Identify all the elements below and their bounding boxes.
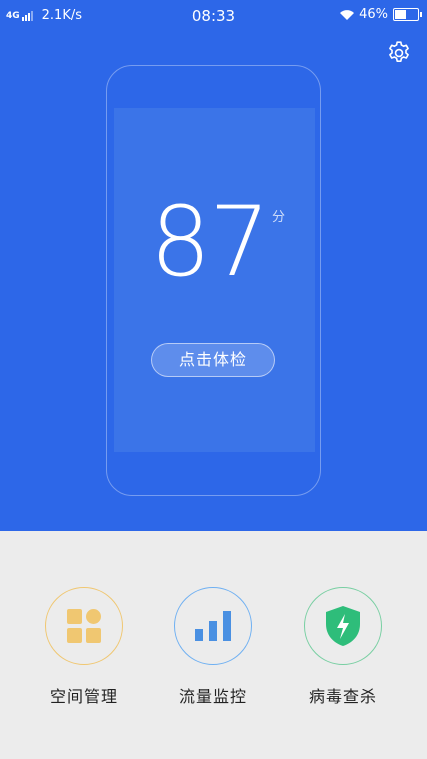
shield-bolt-icon: [326, 606, 360, 646]
feature-traffic-monitor[interactable]: 流量监控: [158, 587, 268, 707]
gear-icon[interactable]: [386, 40, 412, 66]
feature-virus-scan[interactable]: 病毒查杀: [288, 587, 398, 707]
status-bar: 4G 2.1K/s 08:33 46%: [0, 0, 427, 30]
feature-storage-management[interactable]: 空间管理: [29, 587, 139, 707]
storage-icon-ring: [45, 587, 123, 665]
feature-label: 病毒查杀: [308, 687, 377, 706]
health-score: 87: [150, 186, 270, 298]
virus-icon-ring: [304, 587, 382, 665]
feature-label: 流量监控: [178, 687, 247, 706]
traffic-icon-ring: [174, 587, 252, 665]
battery-icon: [393, 8, 422, 21]
bar-chart-icon: [195, 611, 231, 641]
wifi-icon: [340, 9, 355, 20]
battery-percent: 46%: [359, 7, 388, 22]
status-right: 46%: [339, 7, 422, 22]
check-up-button[interactable]: 点击体检: [151, 343, 275, 377]
score-unit: 分: [272, 210, 286, 225]
feature-label: 空间管理: [49, 687, 118, 706]
grid-icon: [67, 609, 101, 643]
